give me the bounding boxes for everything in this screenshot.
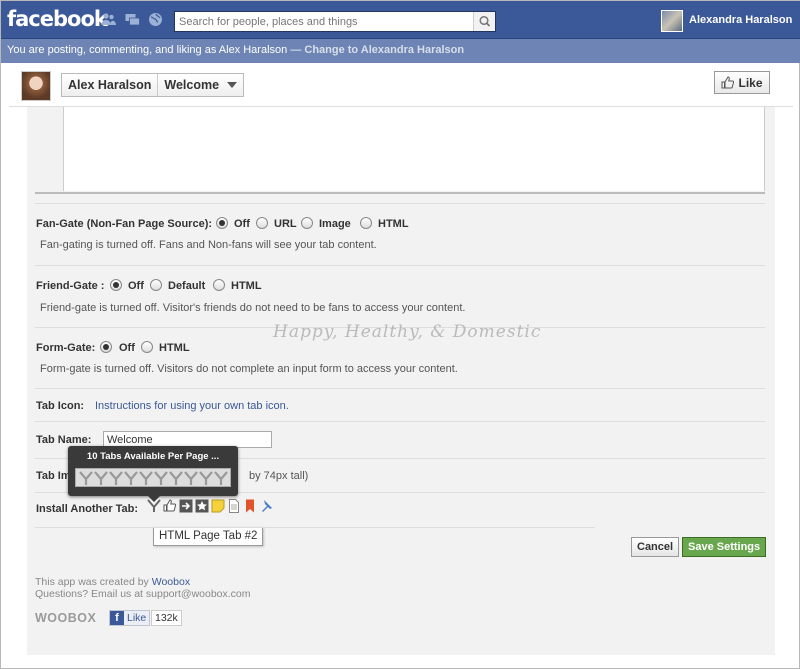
- star-tab-icon[interactable]: [195, 499, 209, 513]
- form-gate-off-radio[interactable]: [100, 341, 112, 353]
- fan-gate-off-radio[interactable]: [216, 217, 228, 229]
- page-header: Alex Haralson Welcome Like: [9, 63, 793, 107]
- fb-like-label: Like: [127, 612, 147, 624]
- friend-gate-html-label: HTML: [231, 280, 262, 292]
- divider: [35, 421, 765, 422]
- fan-gate-description: Fan-gating is turned off. Fans and Non-f…: [40, 239, 377, 251]
- fan-gate-url-radio[interactable]: [256, 217, 268, 229]
- created-by-prefix: This app was created by: [35, 576, 152, 588]
- tooltip-arrow: [148, 496, 160, 502]
- tab-selector-dropdown[interactable]: Welcome: [158, 74, 243, 96]
- tab-icon-instructions-link[interactable]: Instructions for using your own tab icon…: [95, 400, 289, 412]
- friend-gate-default-label: Default: [168, 280, 206, 292]
- divider: [35, 203, 765, 204]
- search-input[interactable]: [175, 12, 473, 31]
- fan-gate-url-label: URL: [274, 218, 297, 230]
- cancel-button[interactable]: Cancel: [631, 537, 680, 557]
- tab-image-hint: by 74px tall): [249, 470, 309, 482]
- search-box: [174, 11, 496, 32]
- friend-gate-label: Friend-Gate :: [36, 280, 105, 292]
- hover-tab-tooltip: HTML Page Tab #2: [153, 527, 264, 546]
- user-avatar: [661, 10, 683, 32]
- posting-as-bar: You are posting, commenting, and liking …: [1, 39, 800, 63]
- watermark-text: Happy, Healthy, & Domestic: [273, 322, 542, 342]
- tab-slot-funnel-icons: [79, 471, 228, 485]
- facebook-like-button[interactable]: f Like: [109, 610, 151, 626]
- tabs-available-tooltip: 10 Tabs Available Per Page ...: [68, 446, 238, 502]
- form-gate-description: Form-gate is turned off. Visitors do not…: [40, 363, 458, 375]
- tab-icon-label: Tab Icon:: [36, 400, 85, 412]
- tab-type-icons: [147, 499, 273, 515]
- search-button[interactable]: [473, 12, 495, 31]
- fan-gate-label: Fan-Gate (Non-Fan Page Source):: [36, 218, 213, 230]
- save-settings-button[interactable]: Save Settings: [682, 537, 767, 557]
- page-name-link[interactable]: Alex Haralson: [62, 74, 159, 96]
- tab-image-label: Tab Im: [36, 470, 71, 482]
- friend-requests-icon[interactable]: [101, 12, 116, 27]
- fb-like-count: 132k: [151, 610, 182, 626]
- form-gate-html-radio[interactable]: [141, 341, 153, 353]
- search-icon: [479, 15, 491, 27]
- tab-name-label: Tab Name:: [36, 434, 92, 446]
- friend-gate-default-radio[interactable]: [150, 279, 162, 291]
- posting-as-text: You are posting, commenting, and liking …: [7, 44, 305, 56]
- app-window: facebook Alexandra Haralson You: [0, 0, 800, 669]
- redirect-tab-icon[interactable]: [179, 499, 193, 513]
- woobox-link[interactable]: Woobox: [152, 576, 190, 588]
- form-gate-html-label: HTML: [159, 342, 190, 354]
- thumbs-up-icon: [721, 76, 735, 89]
- divider: [35, 388, 765, 389]
- created-by-text: This app was created by Woobox: [35, 576, 190, 588]
- chevron-down-icon: [227, 82, 238, 88]
- pin-tab-icon[interactable]: [259, 499, 273, 513]
- divider: [35, 527, 595, 528]
- friend-gate-description: Friend-gate is turned off. Visitor's fri…: [40, 302, 466, 314]
- notifications-globe-icon[interactable]: [148, 12, 163, 27]
- current-tab-name: Welcome: [164, 78, 220, 92]
- facebook-f-icon: f: [110, 611, 124, 625]
- facebook-topbar: facebook Alexandra Haralson: [1, 1, 800, 39]
- tooltip-title: 10 Tabs Available Per Page ...: [86, 451, 220, 462]
- form-gate-label: Form-Gate:: [36, 342, 96, 354]
- page-breadcrumb: Alex Haralson Welcome: [61, 73, 245, 97]
- bookmark-tab-icon[interactable]: [243, 499, 257, 513]
- fan-gate-image-radio[interactable]: [301, 217, 313, 229]
- form-gate-off-label: Off: [119, 342, 135, 354]
- like-gate-tab-icon[interactable]: [163, 499, 177, 513]
- fan-gate-html-label: HTML: [378, 218, 409, 230]
- fan-gate-image-label: Image: [319, 218, 351, 230]
- fan-gate-off-label: Off: [234, 218, 250, 230]
- woobox-settings-panel: Fan-Gate (Non-Fan Page Source): Off URL …: [27, 107, 775, 655]
- facebook-logo[interactable]: facebook: [7, 7, 108, 31]
- page-avatar[interactable]: [21, 71, 51, 101]
- install-another-tab-label: Install Another Tab:: [36, 503, 139, 515]
- messages-icon[interactable]: [125, 12, 140, 27]
- friend-gate-off-label: Off: [128, 280, 144, 292]
- divider: [35, 265, 765, 266]
- friend-gate-html-radio[interactable]: [213, 279, 225, 291]
- change-identity-link[interactable]: Change to Alexandra Haralson: [304, 44, 464, 56]
- woobox-logo[interactable]: WOOBOX: [35, 611, 96, 625]
- tab-slots-strip: [75, 468, 231, 487]
- support-email-text: Questions? Email us at support@woobox.co…: [35, 588, 251, 600]
- fan-gate-html-radio[interactable]: [360, 217, 372, 229]
- html-editor-area[interactable]: [63, 107, 765, 191]
- user-name: Alexandra Haralson: [689, 14, 793, 26]
- document-tab-icon[interactable]: [227, 499, 241, 513]
- divider: [35, 192, 765, 194]
- friend-gate-off-radio[interactable]: [110, 279, 122, 291]
- sticky-note-tab-icon[interactable]: [211, 499, 225, 513]
- page-like-button[interactable]: Like: [714, 71, 770, 94]
- like-label: Like: [738, 75, 763, 90]
